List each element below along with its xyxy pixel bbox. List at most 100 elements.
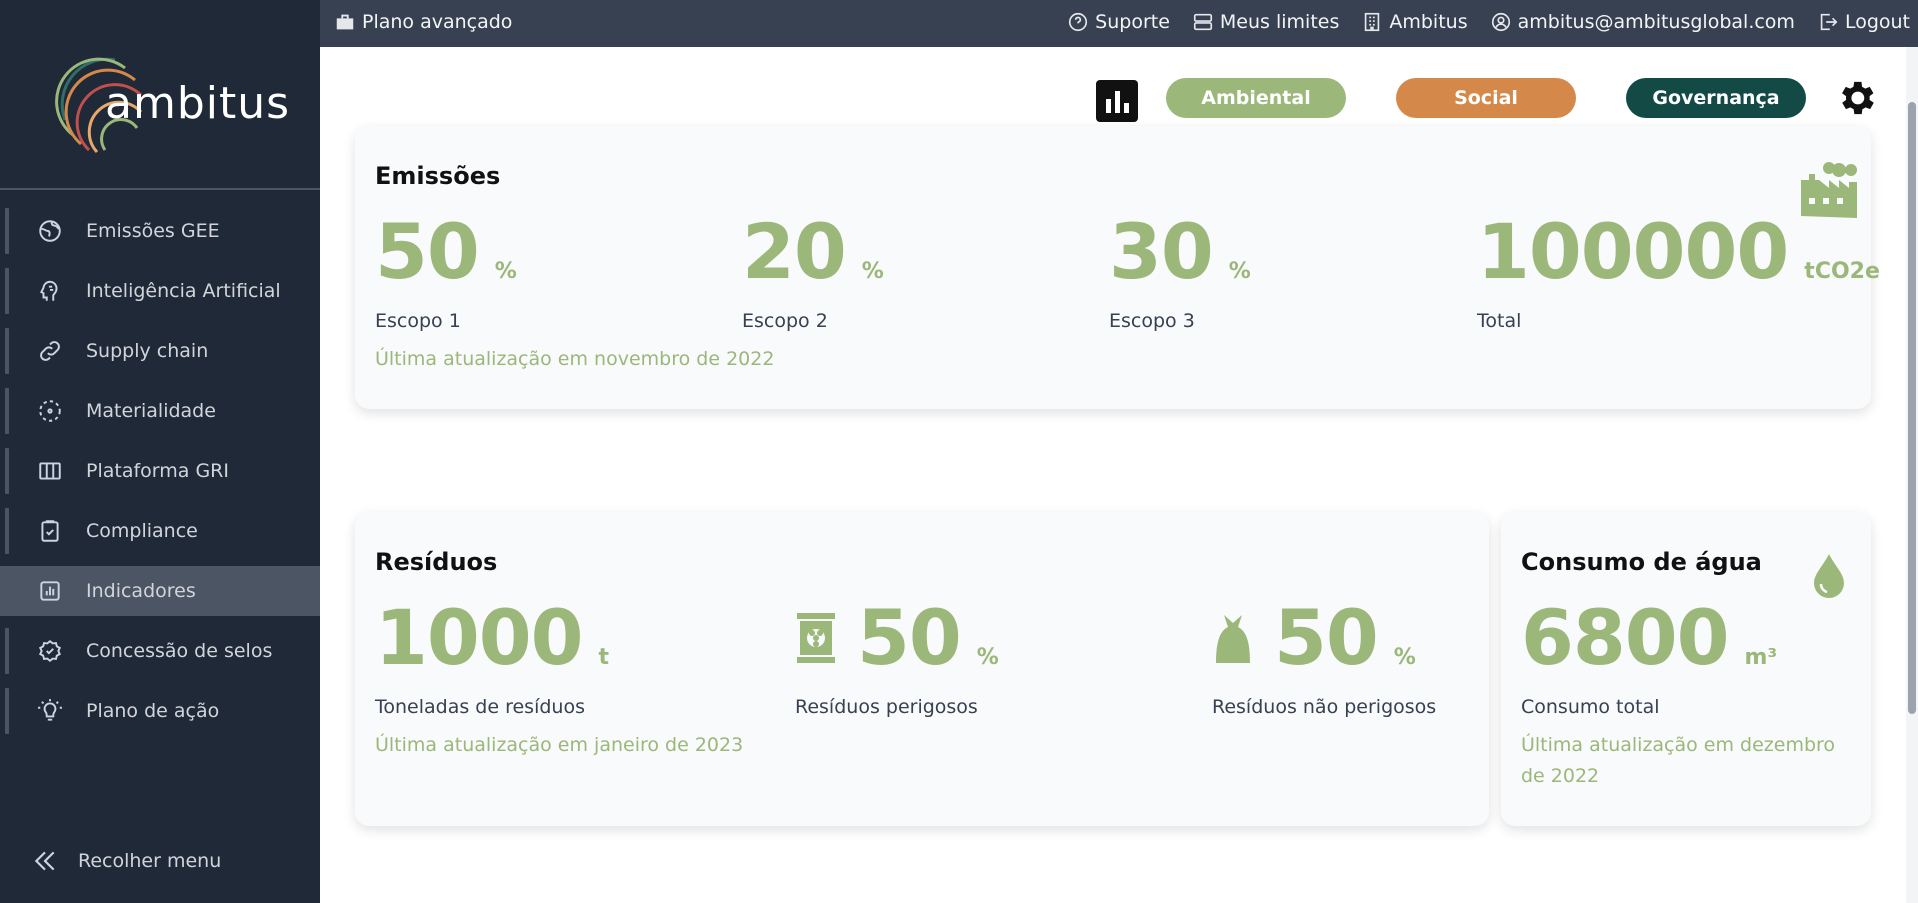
filter-ambiental-button[interactable]: Ambiental bbox=[1166, 78, 1346, 118]
top-bar-links: Suporte Meus limites Ambitus ambitus@amb… bbox=[1067, 11, 1910, 33]
water-total-label: Consumo total bbox=[1521, 696, 1660, 718]
scope3-label: Escopo 3 bbox=[1109, 310, 1195, 332]
scrollbar-thumb[interactable] bbox=[1908, 102, 1916, 714]
waste-tons-value: 1000 bbox=[375, 593, 584, 682]
dashed-circle-icon bbox=[36, 397, 64, 425]
sidebar-item-compliance[interactable]: Compliance bbox=[0, 506, 320, 556]
scope1-value: 50 bbox=[375, 207, 480, 296]
sidebar-item-plano-de-acao[interactable]: Plano de ação bbox=[0, 686, 320, 736]
sidebar-item-label: Indicadores bbox=[86, 580, 196, 602]
globe-icon bbox=[36, 217, 64, 245]
water-card: Consumo de água 6800 m³ Consumo total Úl… bbox=[1501, 512, 1871, 826]
brain-icon bbox=[36, 277, 64, 305]
water-drop-icon bbox=[1814, 554, 1844, 598]
logout-link[interactable]: Logout bbox=[1817, 11, 1910, 33]
water-total-unit: m³ bbox=[1744, 645, 1778, 670]
briefcase-icon bbox=[336, 14, 354, 30]
chart-bar-icon bbox=[1123, 103, 1129, 113]
sidebar-item-inteligencia-artificial[interactable]: Inteligência Artificial bbox=[0, 266, 320, 316]
emissions-card: Emissões 50 % Escopo 1 20 % Escopo 2 30 … bbox=[355, 126, 1880, 409]
dangerous-waste-label: Resíduos perigosos bbox=[795, 696, 978, 718]
chart-bar-icon bbox=[1114, 91, 1120, 113]
sidebar-nav: Emissões GEE Inteligência Artificial Sup… bbox=[0, 206, 320, 746]
question-circle-icon bbox=[1069, 12, 1088, 32]
double-chevron-left-icon bbox=[34, 851, 55, 871]
sidebar-item-label: Concessão de selos bbox=[86, 640, 273, 662]
building-icon bbox=[1365, 12, 1380, 32]
sidebar-item-label: Inteligência Artificial bbox=[86, 280, 281, 302]
scope2-value: 20 bbox=[742, 207, 847, 296]
non-dangerous-waste-label: Resíduos não perigosos bbox=[1212, 696, 1437, 718]
scope2-metric: 20 % bbox=[742, 214, 884, 290]
sidebar-item-label: Plataforma GRI bbox=[86, 460, 229, 482]
chart-view-button[interactable] bbox=[1096, 80, 1138, 122]
trash-bag-icon bbox=[1216, 615, 1250, 663]
collapse-menu-button[interactable]: Recolher menu bbox=[32, 848, 221, 874]
my-limits-label: Meus limites bbox=[1219, 11, 1340, 33]
sidebar-item-materialidade[interactable]: Materialidade bbox=[0, 386, 320, 436]
sidebar-item-emissoes-gee[interactable]: Emissões GEE bbox=[0, 206, 320, 256]
logout-label: Logout bbox=[1844, 11, 1910, 33]
sidebar-item-plataforma-gri[interactable]: Plataforma GRI bbox=[0, 446, 320, 496]
my-limits-link[interactable]: Meus limites bbox=[1192, 11, 1339, 33]
total-emissions-unit: tCO2e bbox=[1804, 259, 1880, 284]
filter-social-button[interactable]: Social bbox=[1396, 78, 1576, 118]
dangerous-waste-value: 50 bbox=[857, 593, 962, 682]
sidebar-item-label: Emissões GEE bbox=[86, 220, 220, 242]
waste-card: Resíduos 1000 t Toneladas de resíduos 50… bbox=[355, 512, 1489, 826]
non-dangerous-waste-value: 50 bbox=[1274, 593, 1379, 682]
user-circle-icon bbox=[1491, 12, 1510, 32]
gear-icon[interactable] bbox=[1834, 76, 1878, 120]
plan-indicator[interactable]: Plano avançado bbox=[334, 11, 512, 33]
sidebar-item-label: Compliance bbox=[86, 520, 198, 542]
plan-label: Plano avançado bbox=[362, 11, 513, 33]
columns-icon bbox=[36, 457, 64, 485]
user-email: ambitus@ambitusglobal.com bbox=[1517, 11, 1795, 33]
scope1-metric: 50 % bbox=[375, 214, 517, 290]
brand-logo[interactable]: ambitus bbox=[55, 40, 289, 160]
filter-governanca-button[interactable]: Governança bbox=[1626, 78, 1806, 118]
badge-check-icon bbox=[36, 637, 64, 665]
total-emissions-value: 100000 bbox=[1477, 207, 1789, 296]
top-bar: Plano avançado Suporte Meus limites Ambi… bbox=[320, 0, 1918, 47]
waste-tons-label: Toneladas de resíduos bbox=[375, 696, 585, 718]
scope2-unit: % bbox=[861, 259, 884, 284]
sidebar-item-label: Plano de ação bbox=[86, 700, 220, 722]
organization-label: Ambitus bbox=[1389, 11, 1468, 33]
chart-bar-icon bbox=[36, 577, 64, 605]
waste-title: Resíduos bbox=[375, 548, 498, 576]
server-icon bbox=[1193, 13, 1212, 31]
link-icon bbox=[36, 337, 64, 365]
lightbulb-icon bbox=[36, 697, 64, 725]
support-link[interactable]: Suporte bbox=[1067, 11, 1170, 33]
dangerous-waste-metric: 50 % bbox=[795, 600, 999, 676]
organization-link[interactable]: Ambitus bbox=[1361, 11, 1468, 33]
sidebar-item-concessao-de-selos[interactable]: Concessão de selos bbox=[0, 626, 320, 676]
sidebar-item-indicadores[interactable]: Indicadores bbox=[0, 566, 320, 616]
scope1-unit: % bbox=[494, 259, 517, 284]
water-total-metric: 6800 m³ bbox=[1521, 600, 1777, 676]
chart-bar-icon bbox=[1105, 99, 1111, 113]
sidebar-item-supply-chain[interactable]: Supply chain bbox=[0, 326, 320, 376]
collapse-menu-label: Recolher menu bbox=[78, 850, 222, 872]
brand-name: ambitus bbox=[105, 78, 291, 129]
scope2-label: Escopo 2 bbox=[742, 310, 828, 332]
non-dangerous-waste-metric: 50 % bbox=[1212, 600, 1416, 676]
support-label: Suporte bbox=[1095, 11, 1170, 33]
scope3-value: 30 bbox=[1109, 207, 1214, 296]
water-updated: Última atualização em dezembro de 2022 bbox=[1521, 734, 1836, 787]
user-account-link[interactable]: ambitus@ambitusglobal.com bbox=[1490, 11, 1795, 33]
sidebar-divider bbox=[0, 188, 320, 190]
waste-tons-metric: 1000 t bbox=[375, 600, 609, 676]
vertical-scrollbar[interactable] bbox=[1906, 47, 1918, 903]
water-title: Consumo de água bbox=[1521, 548, 1762, 576]
factory-icon bbox=[1801, 162, 1857, 218]
sidebar-item-label: Supply chain bbox=[86, 340, 209, 362]
total-emissions-metric: 100000 tCO2e bbox=[1477, 214, 1880, 290]
clipboard-check-icon bbox=[36, 517, 64, 545]
water-total-value: 6800 bbox=[1521, 593, 1730, 682]
emissions-updated: Última atualização em novembro de 2022 bbox=[375, 348, 775, 370]
sidebar: ambitus Emissões GEE Inteligência Artifi… bbox=[0, 0, 320, 903]
non-dangerous-waste-unit: % bbox=[1393, 645, 1416, 670]
dangerous-waste-unit: % bbox=[976, 645, 999, 670]
